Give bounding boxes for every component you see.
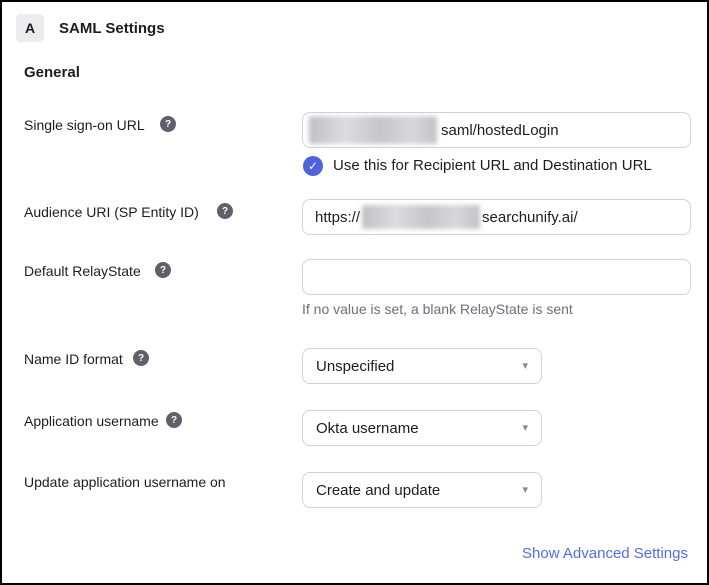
- default-relaystate-input[interactable]: [315, 260, 678, 294]
- name-id-format-dropdown[interactable]: Unspecified ▾: [302, 348, 542, 384]
- application-username-label: Application username: [24, 412, 159, 430]
- checkmark-icon: ✓: [308, 159, 318, 173]
- recipient-destination-checkbox-label[interactable]: Use this for Recipient URL and Destinati…: [333, 157, 652, 174]
- sso-url-value: saml/hostedLogin: [441, 122, 559, 139]
- application-username-help-icon[interactable]: ?: [166, 412, 182, 428]
- chevron-down-icon: ▾: [522, 361, 528, 372]
- update-app-username-dropdown[interactable]: Create and update ▾: [302, 472, 542, 508]
- saml-settings-panel: A SAML Settings General Single sign-on U…: [0, 0, 709, 585]
- show-advanced-settings-link[interactable]: Show Advanced Settings: [522, 545, 688, 562]
- audience-uri-input[interactable]: https:// searchunify.ai/: [302, 199, 691, 235]
- step-badge-letter: A: [25, 20, 35, 36]
- page-title: SAML Settings: [59, 14, 165, 42]
- audience-uri-label: Audience URI (SP Entity ID): [24, 203, 199, 221]
- name-id-format-label: Name ID format: [24, 350, 123, 368]
- sso-url-label: Single sign-on URL: [24, 116, 145, 134]
- chevron-down-icon: ▾: [522, 423, 528, 434]
- name-id-format-help-icon[interactable]: ?: [133, 350, 149, 366]
- sso-url-help-icon[interactable]: ?: [160, 116, 176, 132]
- update-app-username-label: Update application username on: [24, 473, 226, 491]
- section-heading-general: General: [24, 64, 80, 81]
- step-badge: A: [16, 14, 44, 42]
- default-relaystate-helper: If no value is set, a blank RelayState i…: [302, 301, 573, 317]
- default-relaystate-label: Default RelayState: [24, 262, 141, 280]
- redacted-text-block: [309, 116, 437, 144]
- recipient-destination-checkbox[interactable]: ✓: [303, 156, 323, 176]
- redacted-text-block: [362, 205, 480, 229]
- audience-uri-prefix: https://: [315, 209, 360, 226]
- default-relaystate-field: [302, 259, 691, 295]
- update-app-username-selected: Create and update: [316, 482, 440, 499]
- name-id-format-selected: Unspecified: [316, 358, 394, 375]
- application-username-selected: Okta username: [316, 420, 419, 437]
- default-relaystate-help-icon[interactable]: ?: [155, 262, 171, 278]
- sso-url-input[interactable]: saml/hostedLogin: [302, 112, 691, 148]
- audience-uri-help-icon[interactable]: ?: [217, 203, 233, 219]
- chevron-down-icon: ▾: [522, 485, 528, 496]
- application-username-dropdown[interactable]: Okta username ▾: [302, 410, 542, 446]
- audience-uri-suffix: searchunify.ai/: [482, 209, 578, 226]
